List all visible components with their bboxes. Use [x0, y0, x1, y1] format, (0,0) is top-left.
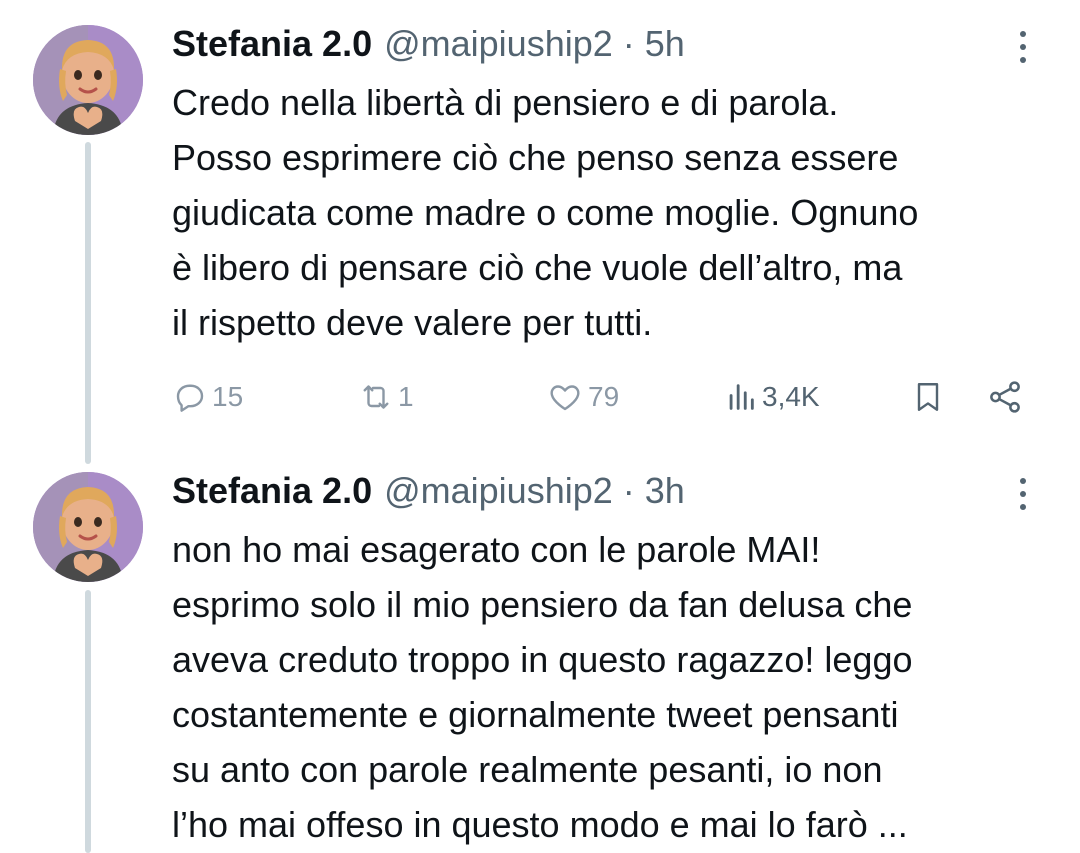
thread-line [85, 142, 91, 464]
views-icon [729, 384, 754, 410]
timestamp[interactable]: 3h [645, 470, 685, 512]
avatar[interactable] [33, 472, 143, 582]
views-count: 3,4K [762, 381, 820, 412]
like-icon [550, 385, 580, 411]
reply-count: 15 [212, 381, 244, 412]
separator-dot: · [622, 23, 635, 64]
author-handle[interactable]: @maipiuship2 [384, 470, 613, 512]
reply-button[interactable]: 15 [172, 372, 243, 422]
action-bar: 15 1 79 3,4K [172, 372, 1032, 422]
avatar[interactable] [33, 25, 143, 135]
retweet-button[interactable]: 1 [358, 372, 414, 422]
more-icon[interactable] [1008, 472, 1038, 516]
thread-line [85, 590, 91, 853]
tweet-1[interactable]: Stefania 2.0 @maipiuship2 · 5h Credo nel… [0, 0, 1080, 464]
avatar-memoji-icon [33, 472, 143, 582]
like-count: 79 [588, 381, 620, 412]
retweet-count: 1 [398, 381, 414, 412]
share-button[interactable] [986, 372, 1024, 422]
tweet-header: Stefania 2.0 @maipiuship2 · 3h [172, 467, 685, 515]
reply-icon [176, 384, 204, 412]
author-name[interactable]: Stefania 2.0 [172, 470, 372, 512]
timestamp[interactable]: 5h [645, 23, 685, 65]
share-icon [990, 381, 1020, 413]
more-icon[interactable] [1008, 25, 1038, 69]
separator-dot: · [622, 470, 635, 511]
bookmark-icon [917, 383, 939, 411]
author-name[interactable]: Stefania 2.0 [172, 23, 372, 65]
tweet-header: Stefania 2.0 @maipiuship2 · 5h [172, 20, 685, 68]
bookmark-button[interactable] [910, 372, 946, 422]
tweet-text: non ho mai esagerato con le parole MAI! … [172, 529, 913, 845]
tweet-text: Credo nella libertà di pensiero e di par… [172, 82, 919, 343]
tweet-2[interactable]: Stefania 2.0 @maipiuship2 · 3h non ho ma… [0, 460, 1080, 853]
retweet-icon [363, 385, 389, 409]
views-button[interactable]: 3,4K [724, 372, 820, 422]
like-button[interactable]: 79 [546, 372, 619, 422]
author-handle[interactable]: @maipiuship2 [384, 23, 613, 65]
avatar-memoji-icon [33, 25, 143, 135]
